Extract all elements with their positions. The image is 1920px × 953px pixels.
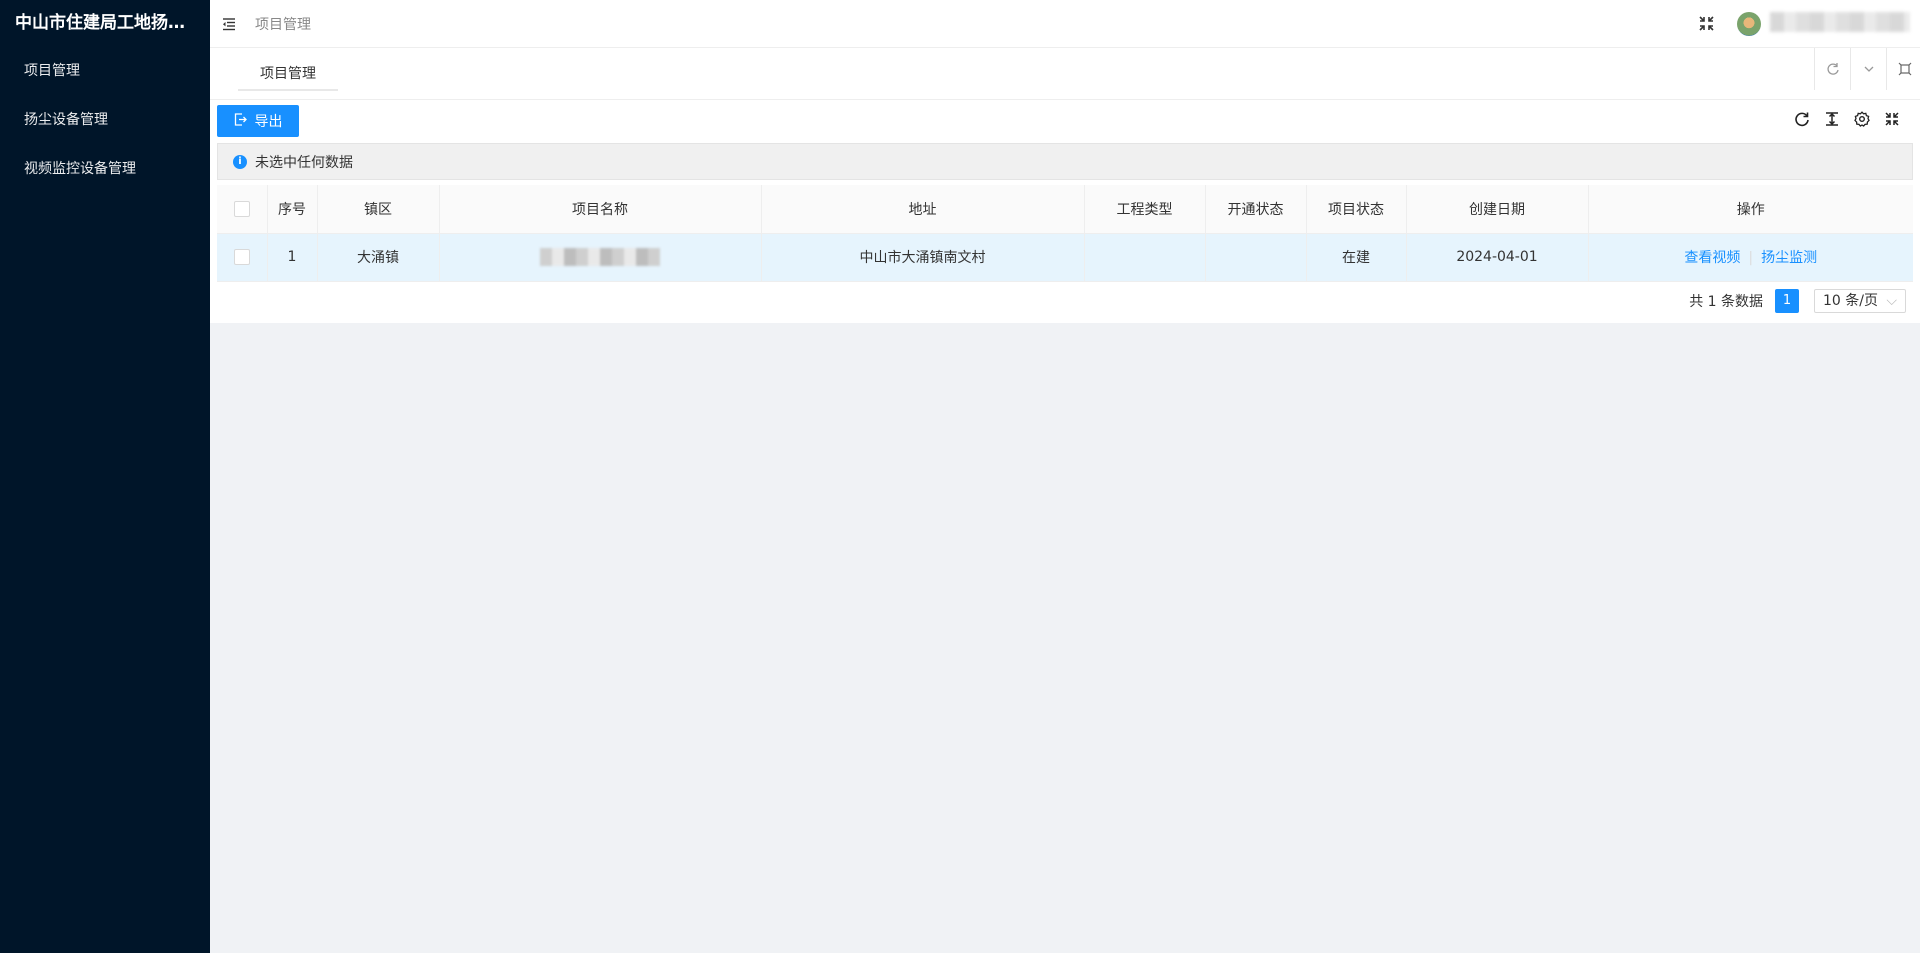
selection-alert: i 未选中任何数据 [217, 143, 1913, 180]
fullscreen-icon[interactable] [1698, 15, 1715, 32]
select-all-checkbox[interactable] [233, 200, 250, 217]
export-icon [234, 112, 247, 130]
cell-project-type [1084, 233, 1206, 282]
total-count: 共 1 条数据 [1689, 294, 1763, 310]
fullscreen-table-icon[interactable] [1884, 111, 1900, 127]
cell-address: 中山市大涌镇南文村 [761, 233, 1085, 282]
view-video-link[interactable]: 查看视频 [1684, 250, 1740, 266]
settings-icon[interactable] [1854, 111, 1870, 127]
sidebar-item-project-management[interactable]: 项目管理 [0, 47, 210, 96]
table-header-row: 序号 镇区 项目名称 地址 工程类型 开通状态 项目状态 创建日期 操作 [217, 185, 1913, 234]
tabs-bar: 项目管理 [210, 48, 1920, 100]
export-label: 导出 [254, 114, 283, 130]
breadcrumb: 项目管理 [255, 17, 311, 33]
page-size-value: 10 条/页 [1823, 293, 1878, 309]
dust-monitor-link[interactable]: 扬尘监测 [1761, 250, 1817, 266]
select-all-cell [217, 185, 268, 234]
cell-open-status [1205, 233, 1307, 282]
row-checkbox[interactable] [233, 249, 250, 265]
column-header-actions: 操作 [1588, 185, 1913, 234]
chevron-down-icon[interactable] [1850, 48, 1886, 90]
reload-icon[interactable] [1794, 111, 1810, 127]
row-select-cell [217, 233, 268, 282]
pagination: 共 1 条数据 1 10 条/页 ⌵ [1689, 289, 1906, 313]
app-title: 中山市住建局工地扬尘... [15, 13, 200, 33]
project-name-blurred [540, 248, 660, 266]
column-header-project-type: 工程类型 [1084, 185, 1206, 234]
table-row[interactable]: 1 大涌镇 中山市大涌镇南文村 在建 2024-04-01 查看视频 | 扬尘监测 [217, 233, 1913, 282]
cell-project-name [439, 233, 762, 282]
column-header-address: 地址 [761, 185, 1085, 234]
menu-fold-icon[interactable] [221, 16, 237, 32]
sidebar: 中山市住建局工地扬尘... 项目管理 扬尘设备管理 视频监控设备管理 [0, 0, 210, 953]
alert-text: 未选中任何数据 [255, 154, 353, 171]
username-blurred[interactable] [1770, 12, 1910, 32]
user-avatar[interactable] [1737, 12, 1761, 36]
column-header-project-name: 项目名称 [439, 185, 762, 234]
page-button-current[interactable]: 1 [1775, 289, 1799, 313]
cell-actions: 查看视频 | 扬尘监测 [1588, 233, 1913, 282]
sidebar-item-dust-device-management[interactable]: 扬尘设备管理 [0, 96, 210, 145]
sidebar-item-video-device-management[interactable]: 视频监控设备管理 [0, 145, 210, 194]
column-header-open-status: 开通状态 [1205, 185, 1307, 234]
table-tools [1794, 111, 1900, 127]
cell-town: 大涌镇 [317, 233, 440, 282]
maximize-icon[interactable] [1886, 48, 1920, 90]
cell-created-date: 2024-04-01 [1406, 233, 1589, 282]
column-header-town: 镇区 [317, 185, 440, 234]
chevron-down-icon: ⌵ [1886, 293, 1897, 309]
tab-project-management[interactable]: 项目管理 [238, 57, 338, 91]
action-divider: | [1748, 250, 1754, 266]
main-content: 导出 i 未选中任何数据 序号 镇区 项目名称 地址 工程类型 开通状态 项目状… [210, 100, 1920, 323]
column-header-created-date: 创建日期 [1406, 185, 1589, 234]
info-icon: i [233, 154, 247, 169]
cell-project-status: 在建 [1306, 233, 1407, 282]
column-height-icon[interactable] [1824, 111, 1840, 127]
column-header-project-status: 项目状态 [1306, 185, 1407, 234]
page-size-select[interactable]: 10 条/页 ⌵ [1814, 289, 1906, 313]
project-table: 序号 镇区 项目名称 地址 工程类型 开通状态 项目状态 创建日期 操作 1 大… [217, 185, 1913, 282]
column-header-index: 序号 [267, 185, 318, 234]
export-button[interactable]: 导出 [217, 105, 299, 137]
refresh-tab-icon[interactable] [1814, 48, 1850, 90]
cell-index: 1 [267, 233, 318, 282]
top-header: 项目管理 [210, 0, 1920, 48]
